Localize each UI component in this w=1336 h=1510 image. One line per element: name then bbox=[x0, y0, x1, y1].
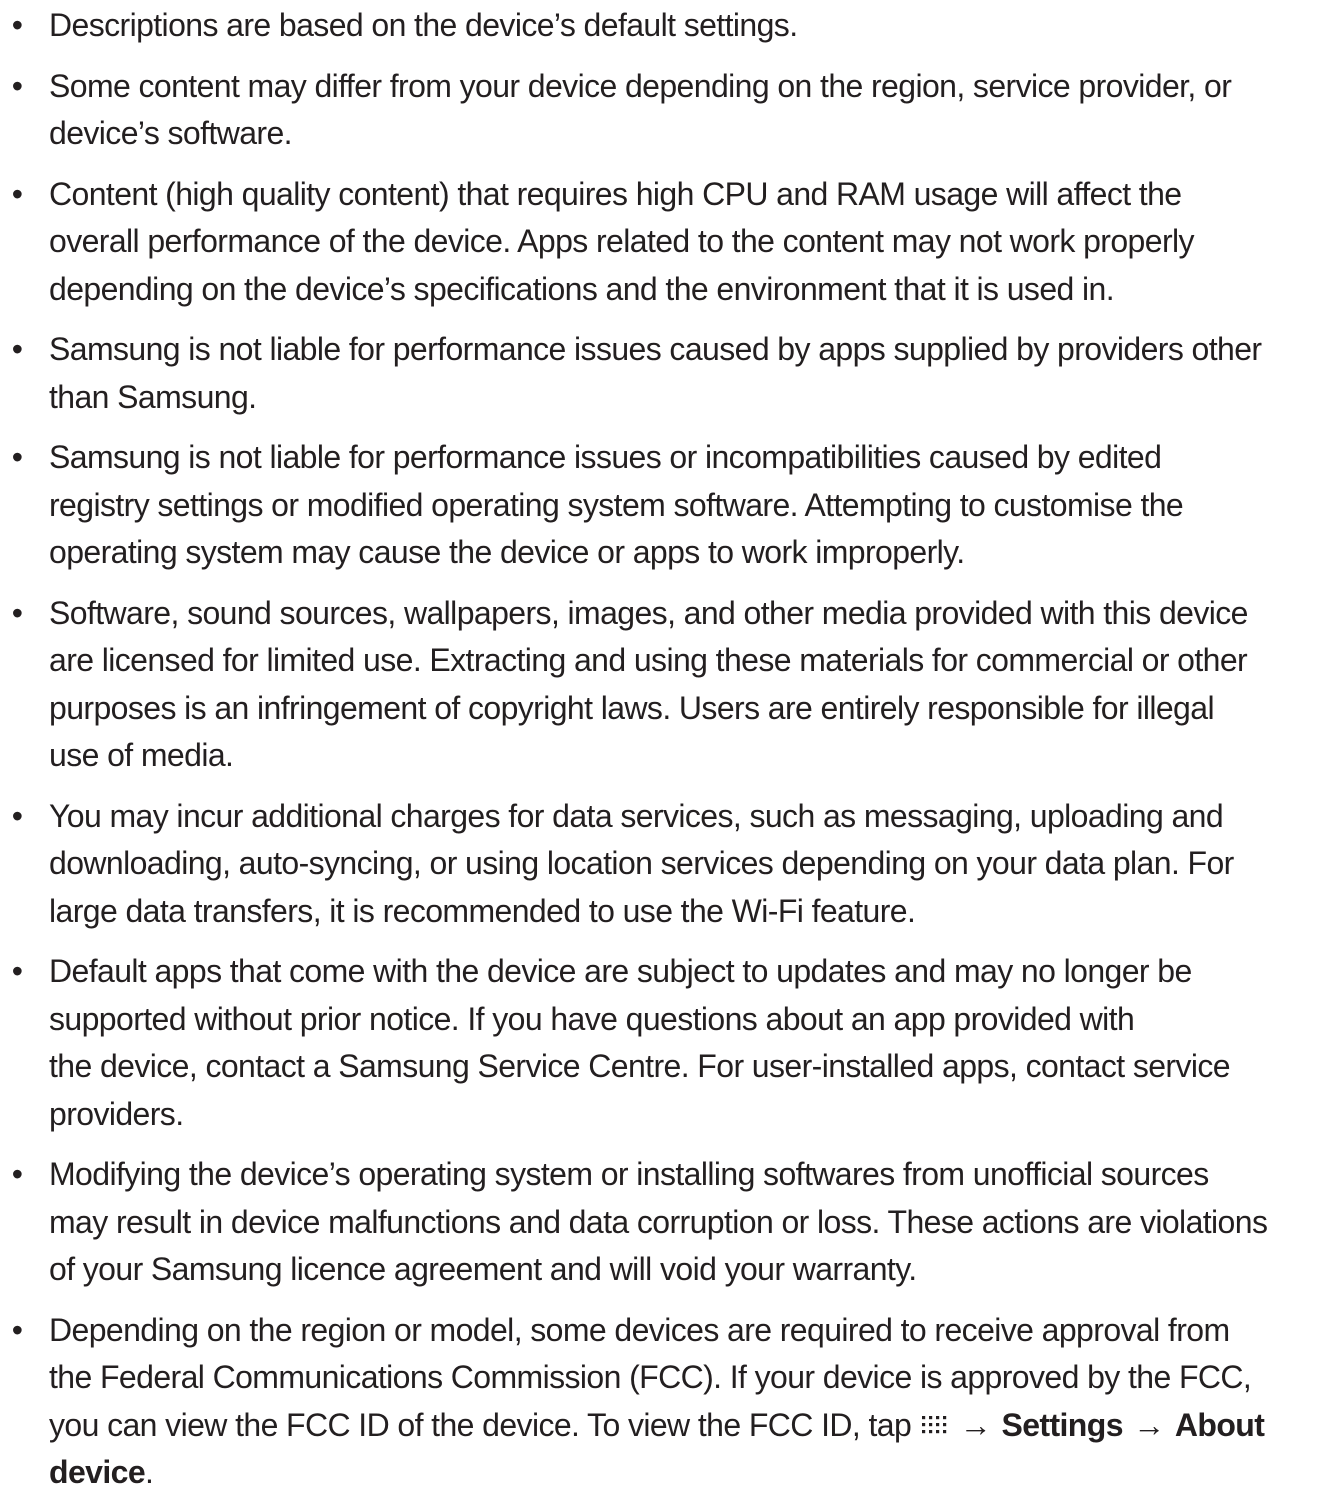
notice-licensed-media: • Software, sound sources, wallpapers, i… bbox=[0, 590, 1336, 780]
notice-line: Content (high quality content) that requ… bbox=[49, 175, 1182, 212]
bullet: • bbox=[11, 1311, 23, 1348]
notice-line: may result in device malfunctions and da… bbox=[49, 1203, 1268, 1240]
notice-line: Software, sound sources, wallpapers, ima… bbox=[49, 594, 1248, 631]
notice-line: device’s software. bbox=[49, 115, 293, 151]
apps-grid-icon bbox=[922, 1416, 947, 1434]
bullet: • bbox=[11, 175, 23, 212]
notice-line: Some content may differ from your device… bbox=[49, 67, 1232, 104]
arrow-icon: → bbox=[1133, 1406, 1165, 1443]
bullet: • bbox=[11, 797, 23, 834]
arrow-icon: → bbox=[959, 1406, 992, 1443]
notice-modifying-os: • Modifying the device’s operating syste… bbox=[0, 1151, 1336, 1294]
notice-line: depending on the device’s specifications… bbox=[49, 270, 1115, 307]
notice-line: large data transfers, it is recommended … bbox=[49, 892, 916, 929]
notice-content-differ: • Some content may differ from your devi… bbox=[0, 63, 1336, 158]
notice-fcc-approval: • Depending on the region or model, some… bbox=[0, 1307, 1336, 1497]
notice-line: operating system may cause the device or… bbox=[49, 534, 965, 570]
fcc-instruction-text: you can view the FCC ID of the device. T… bbox=[49, 1406, 912, 1443]
notice-line: registry settings or modified operating … bbox=[49, 486, 1184, 523]
notice-list: • Descriptions are based on the device’s… bbox=[0, 2, 1336, 1510]
period: . bbox=[145, 1454, 154, 1490]
notice-line: the device, contact a Samsung Service Ce… bbox=[49, 1048, 1231, 1084]
bullet: • bbox=[11, 7, 23, 43]
notice-line: Modifying the device’s operating system … bbox=[49, 1156, 1209, 1192]
fcc-instruction-line-end: device. bbox=[49, 1449, 1336, 1497]
notice-line: Depending on the region or model, some d… bbox=[49, 1311, 1230, 1348]
notice-third-party-apps: • Samsung is not liable for performance … bbox=[0, 326, 1336, 421]
notice-line: Samsung is not liable for performance is… bbox=[49, 331, 1262, 367]
bullet: • bbox=[11, 953, 23, 989]
notice-line: Samsung is not liable for performance is… bbox=[49, 439, 1162, 475]
bullet: • bbox=[11, 1156, 23, 1192]
notice-high-quality-content: • Content (high quality content) that re… bbox=[0, 171, 1336, 314]
notice-line: use of media. bbox=[49, 737, 234, 773]
settings-menu-label: Settings bbox=[1001, 1406, 1123, 1443]
notice-registry-settings: • Samsung is not liable for performance … bbox=[0, 434, 1336, 577]
bullet: • bbox=[11, 439, 23, 475]
notice-line: providers. bbox=[49, 1095, 184, 1132]
notice-line: the Federal Communications Commission (F… bbox=[49, 1359, 1252, 1395]
notice-line: purposes is an infringement of copyright… bbox=[49, 689, 1215, 726]
notice-data-charges: • You may incur additional charges for d… bbox=[0, 793, 1336, 936]
bullet: • bbox=[11, 67, 23, 104]
notice-line: Default apps that come with the device a… bbox=[49, 953, 1192, 989]
notice-line: overall performance of the device. Apps … bbox=[49, 223, 1195, 259]
notice-line: are licensed for limited use. Extracting… bbox=[49, 642, 1248, 678]
notice-default-apps: • Default apps that come with the device… bbox=[0, 948, 1336, 1138]
about-menu-label: About bbox=[1174, 1406, 1265, 1443]
bullet: • bbox=[11, 594, 23, 631]
notice-default-settings: • Descriptions are based on the device’s… bbox=[0, 2, 1336, 50]
notice-line: downloading, auto-syncing, or using loca… bbox=[49, 845, 1234, 881]
notice-line: of your Samsung licence agreement and wi… bbox=[49, 1251, 917, 1287]
notice-line: supported without prior notice. If you h… bbox=[49, 1000, 1135, 1037]
bullet: • bbox=[11, 331, 23, 367]
notice-line: than Samsung. bbox=[49, 378, 257, 415]
notice-line: Descriptions are based on the device’s d… bbox=[49, 7, 798, 43]
device-menu-label: device bbox=[49, 1454, 146, 1490]
fcc-instruction-line: you can view the FCC ID of the device. T… bbox=[49, 1402, 1336, 1450]
notice-line: You may incur additional charges for dat… bbox=[49, 797, 1224, 834]
